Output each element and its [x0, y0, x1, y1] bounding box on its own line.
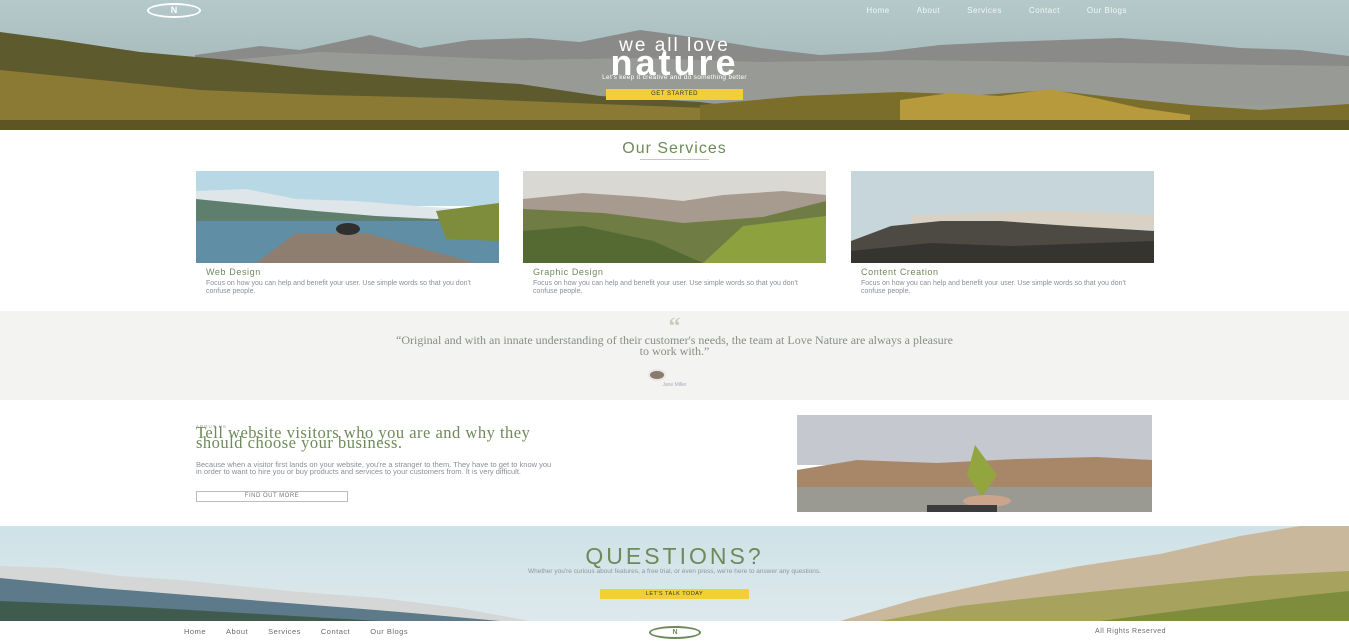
service-card-web-design: Web Design Focus on how you can help and… [196, 171, 499, 296]
nav-item-home[interactable]: Home [866, 6, 889, 15]
hero-section: N Home About Services Contact Our Blogs … [0, 0, 1349, 130]
main-nav: Home About Services Contact Our Blogs [866, 6, 1127, 15]
copyright-text: All Rights Reserved [1095, 628, 1166, 635]
about-title: Tell website visitors who you are and wh… [196, 423, 531, 452]
footer-nav-blogs[interactable]: Our Blogs [370, 627, 408, 636]
find-out-more-button[interactable]: FIND OUT MORE [196, 491, 348, 502]
testimonial-author: Jane Miller [662, 382, 687, 388]
avatar [648, 369, 666, 381]
service-title: Graphic Design [533, 267, 604, 277]
questions-text: Whether you're curious about features, a… [528, 568, 821, 575]
questions-title: QUESTIONS? [585, 543, 764, 569]
service-text: Focus on how you can help and benefit yo… [861, 280, 1126, 295]
services-divider [640, 159, 709, 160]
testimonial-quote: “Original and with an innate understandi… [396, 333, 953, 358]
services-title: Our Services [622, 140, 727, 157]
service-title: Content Creation [861, 267, 939, 277]
footer-logo[interactable]: N [649, 626, 701, 639]
get-started-button[interactable]: GET STARTED [606, 89, 743, 100]
nav-item-services[interactable]: Services [967, 6, 1002, 15]
service-card-graphic-design: Graphic Design Focus on how you can help… [523, 171, 826, 296]
footer-nav-home[interactable]: Home [184, 627, 206, 636]
about-text: Because when a visitor first lands on yo… [196, 460, 552, 476]
lets-talk-button[interactable]: LET'S TALK TODAY [600, 589, 749, 599]
footer-nav-about[interactable]: About [226, 627, 248, 636]
footer-logo-letter: N [672, 629, 678, 636]
service-image-cliffs [851, 171, 1154, 263]
nav-item-contact[interactable]: Contact [1029, 6, 1060, 15]
hero-tagline: Let's keep it creative and do something … [602, 74, 747, 81]
service-text: Focus on how you can help and benefit yo… [533, 280, 798, 295]
questions-section: QUESTIONS? Whether you're curious about … [0, 526, 1349, 621]
service-title: Web Design [206, 267, 261, 277]
nav-item-about[interactable]: About [917, 6, 940, 15]
service-image-lake [196, 171, 499, 263]
logo-letter: N [170, 5, 178, 15]
about-image-fern [797, 415, 1152, 512]
service-image-valley [523, 171, 826, 263]
testimonial-section: “ “Original and with an innate understan… [0, 311, 1349, 400]
service-text: Focus on how you can help and benefit yo… [206, 280, 471, 295]
site-logo[interactable]: N [147, 3, 201, 18]
service-card-content-creation: Content Creation Focus on how you can he… [851, 171, 1154, 296]
footer: Home About Services Contact Our Blogs N … [0, 621, 1349, 643]
footer-nav-contact[interactable]: Contact [321, 627, 350, 636]
footer-nav-services[interactable]: Services [268, 627, 301, 636]
footer-nav: Home About Services Contact Our Blogs [184, 627, 408, 636]
nav-item-blogs[interactable]: Our Blogs [1087, 6, 1127, 15]
